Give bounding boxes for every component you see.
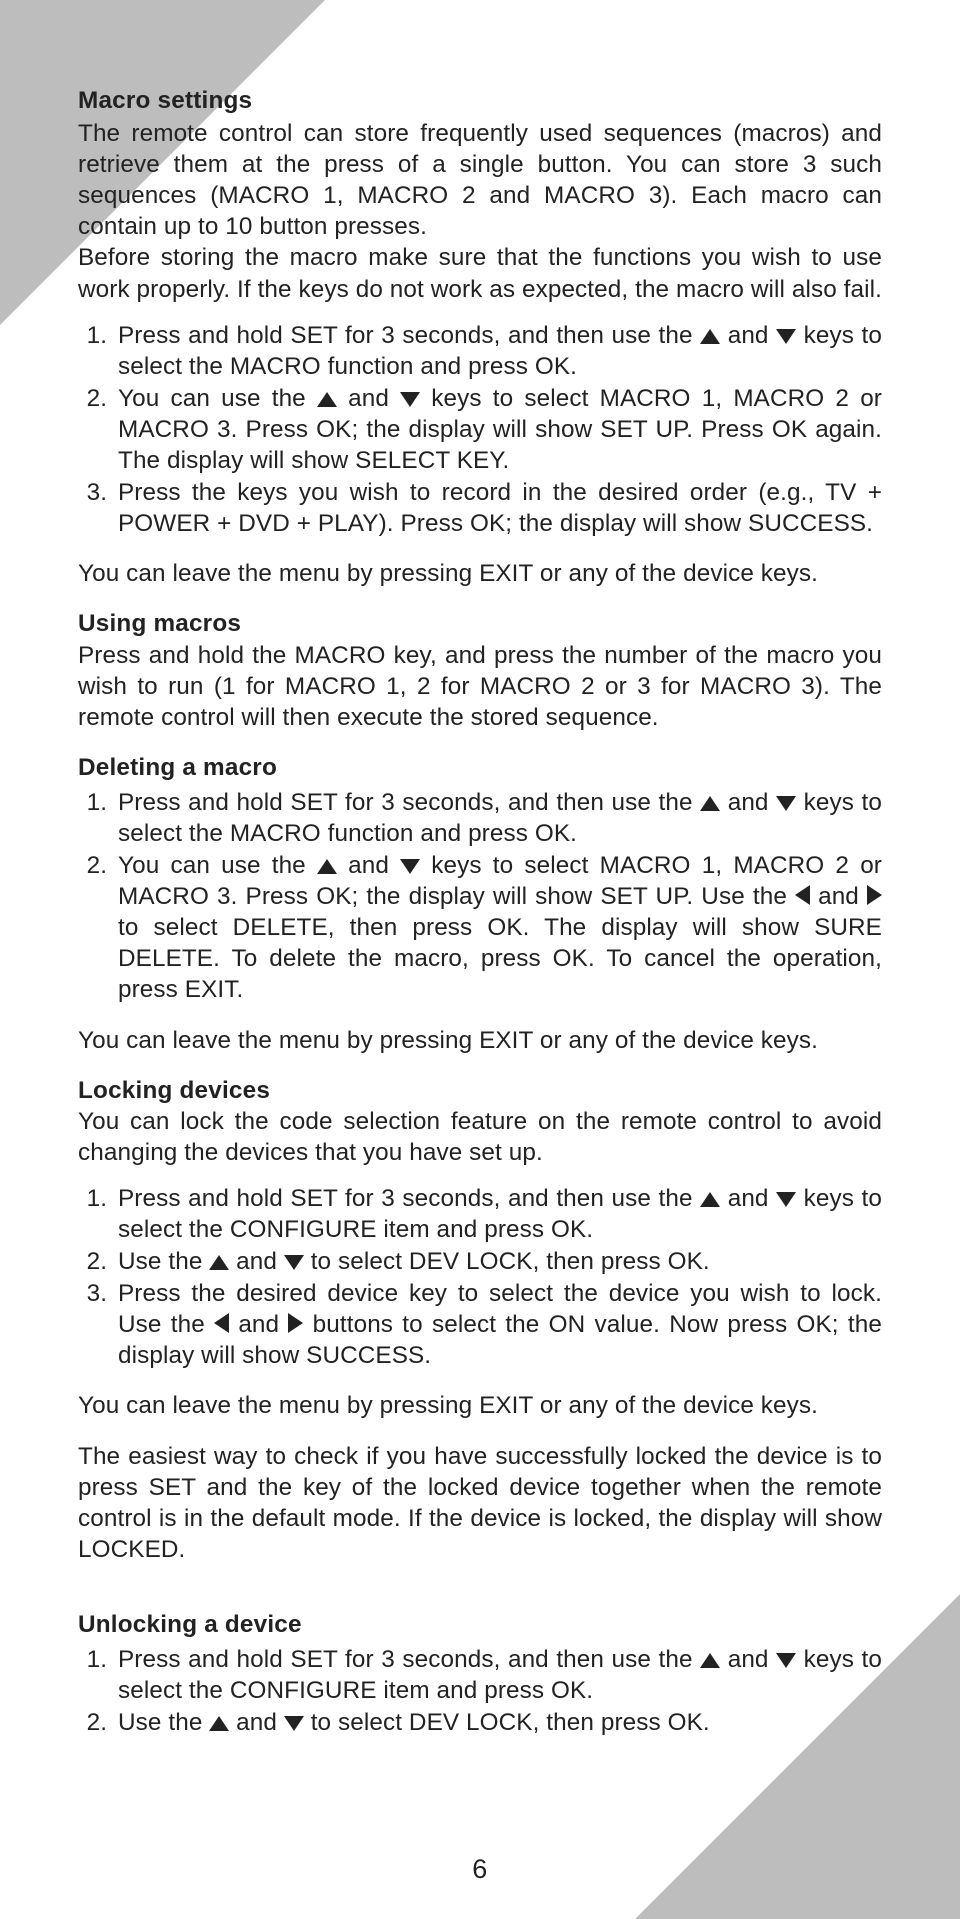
- heading-deleting-macro: Deleting a macro: [78, 752, 882, 783]
- down-arrow-icon: [284, 1255, 304, 1270]
- deleting-after: You can leave the menu by pressing EXIT …: [78, 1025, 882, 1056]
- step-text: to select DEV LOCK, then press OK.: [304, 1248, 710, 1275]
- down-arrow-icon: [284, 1716, 304, 1731]
- step-text: and: [337, 385, 400, 412]
- step-text: Press and hold SET for 3 seconds, and th…: [118, 789, 700, 816]
- heading-macro-settings: Macro settings: [78, 85, 882, 116]
- down-arrow-icon: [776, 329, 796, 344]
- step-text: and: [229, 1709, 284, 1736]
- down-arrow-icon: [776, 796, 796, 811]
- step-text: and: [810, 883, 867, 910]
- up-arrow-icon: [317, 392, 337, 407]
- heading-locking-devices: Locking devices: [78, 1075, 882, 1106]
- step-text: Press and hold SET for 3 seconds, and th…: [118, 1185, 700, 1212]
- up-arrow-icon: [700, 1653, 720, 1668]
- macro-settings-steps: Press and hold SET for 3 seconds, and th…: [78, 320, 882, 540]
- list-item: Press and hold SET for 3 seconds, and th…: [114, 1644, 882, 1706]
- macro-settings-after: You can leave the menu by pressing EXIT …: [78, 558, 882, 589]
- left-arrow-icon: [795, 885, 810, 905]
- list-item: Press the keys you wish to record in the…: [114, 477, 882, 539]
- up-arrow-icon: [700, 1192, 720, 1207]
- macro-settings-intro: The remote control can store frequently …: [78, 118, 882, 242]
- step-text: You can use the: [118, 385, 317, 412]
- up-arrow-icon: [209, 1255, 229, 1270]
- manual-page: Macro settings The remote control can st…: [0, 0, 960, 1919]
- heading-using-macros: Using macros: [78, 608, 882, 639]
- step-text: and: [337, 852, 400, 879]
- up-arrow-icon: [700, 329, 720, 344]
- step-text: Press and hold SET for 3 seconds, and th…: [118, 322, 700, 349]
- list-item: You can use the and keys to select MACRO…: [114, 383, 882, 476]
- step-text: Press the keys you wish to record in the…: [118, 479, 882, 537]
- step-text: to select DEV LOCK, then press OK.: [304, 1709, 710, 1736]
- step-text: Use the: [118, 1709, 209, 1736]
- step-text: and: [720, 789, 776, 816]
- list-item: Press the desired device key to select t…: [114, 1278, 882, 1371]
- deleting-macro-steps: Press and hold SET for 3 seconds, and th…: [78, 787, 882, 1006]
- left-arrow-icon: [214, 1313, 229, 1333]
- step-text: to select DELETE, then press OK. The dis…: [118, 914, 882, 1003]
- step-text: Press and hold SET for 3 seconds, and th…: [118, 1646, 700, 1673]
- down-arrow-icon: [776, 1192, 796, 1207]
- locking-after: You can leave the menu by pressing EXIT …: [78, 1390, 882, 1421]
- list-item: Use the and to select DEV LOCK, then pre…: [114, 1707, 882, 1738]
- locking-intro: You can lock the code selection feature …: [78, 1106, 882, 1168]
- unlocking-steps: Press and hold SET for 3 seconds, and th…: [78, 1644, 882, 1738]
- locking-steps: Press and hold SET for 3 seconds, and th…: [78, 1183, 882, 1372]
- heading-unlocking-device: Unlocking a device: [78, 1609, 882, 1640]
- right-arrow-icon: [867, 885, 882, 905]
- up-arrow-icon: [317, 859, 337, 874]
- step-text: Use the: [118, 1248, 209, 1275]
- up-arrow-icon: [700, 796, 720, 811]
- down-arrow-icon: [400, 392, 420, 407]
- down-arrow-icon: [400, 859, 420, 874]
- up-arrow-icon: [209, 1716, 229, 1731]
- using-macros-body: Press and hold the MACRO key, and press …: [78, 640, 882, 733]
- step-text: and: [720, 1646, 776, 1673]
- list-item: Press and hold SET for 3 seconds, and th…: [114, 787, 882, 849]
- page-content: Macro settings The remote control can st…: [78, 85, 882, 1738]
- list-item: Press and hold SET for 3 seconds, and th…: [114, 1183, 882, 1245]
- right-arrow-icon: [288, 1313, 303, 1333]
- list-item: Press and hold SET for 3 seconds, and th…: [114, 320, 882, 382]
- step-text: and: [229, 1248, 284, 1275]
- list-item: Use the and to select DEV LOCK, then pre…: [114, 1246, 882, 1277]
- page-number: 6: [0, 1854, 960, 1885]
- down-arrow-icon: [776, 1653, 796, 1668]
- step-text: and: [229, 1311, 288, 1338]
- macro-settings-note: Before storing the macro make sure that …: [78, 242, 882, 304]
- step-text: and: [720, 322, 776, 349]
- step-text: and: [720, 1185, 776, 1212]
- step-text: You can use the: [118, 852, 317, 879]
- list-item: You can use the and keys to select MACRO…: [114, 850, 882, 1005]
- locking-tip: The easiest way to check if you have suc…: [78, 1441, 882, 1565]
